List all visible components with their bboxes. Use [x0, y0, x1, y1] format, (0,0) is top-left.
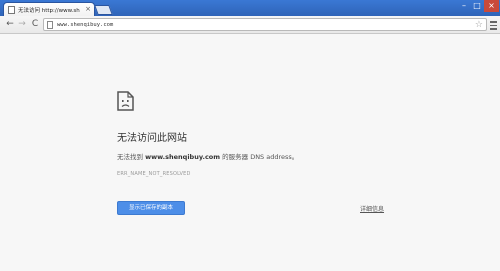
- error-code: ERR_NAME_NOT_RESOLVED: [117, 171, 191, 177]
- address-bar[interactable]: www.shenqibuy.com ☆: [43, 18, 487, 31]
- bookmark-star-icon[interactable]: ☆: [475, 19, 483, 31]
- tab-close-icon[interactable]: ×: [85, 5, 91, 13]
- reload-button[interactable]: C: [29, 18, 41, 31]
- error-title: 无法访问此网站: [117, 133, 187, 144]
- menu-icon[interactable]: [489, 19, 498, 30]
- title-bar: 无法访问 http://www.sh × – □ ×: [0, 0, 500, 16]
- page-icon: [8, 5, 15, 14]
- show-saved-copy-button[interactable]: 显示已保存的副本: [117, 201, 185, 215]
- minimize-button[interactable]: –: [458, 0, 470, 12]
- error-desc-prefix: 无法找到: [117, 153, 143, 161]
- close-window-button[interactable]: ×: [484, 0, 499, 12]
- url-text[interactable]: www.shenqibuy.com: [57, 22, 113, 28]
- error-description: 无法找到 www.shenqibuy.com 的服务器 DNS address。: [117, 151, 298, 161]
- error-page: 无法访问此网站 无法找到 www.shenqibuy.com 的服务器 DNS …: [0, 35, 500, 271]
- sad-page-icon: [117, 91, 134, 111]
- details-link[interactable]: 详细信息: [360, 204, 384, 213]
- error-desc-suffix: 的服务器 DNS address。: [222, 153, 299, 161]
- browser-tab[interactable]: 无法访问 http://www.sh ×: [3, 2, 95, 16]
- page-icon: [47, 20, 53, 29]
- new-tab-button[interactable]: [94, 5, 113, 15]
- forward-button[interactable]: →: [16, 18, 28, 31]
- browser-toolbar: ← → C www.shenqibuy.com ☆: [0, 16, 500, 34]
- back-button[interactable]: ←: [4, 18, 16, 31]
- error-domain: www.shenqibuy.com: [145, 153, 221, 161]
- maximize-button[interactable]: □: [471, 0, 483, 12]
- tab-title: 无法访问 http://www.sh: [18, 7, 80, 14]
